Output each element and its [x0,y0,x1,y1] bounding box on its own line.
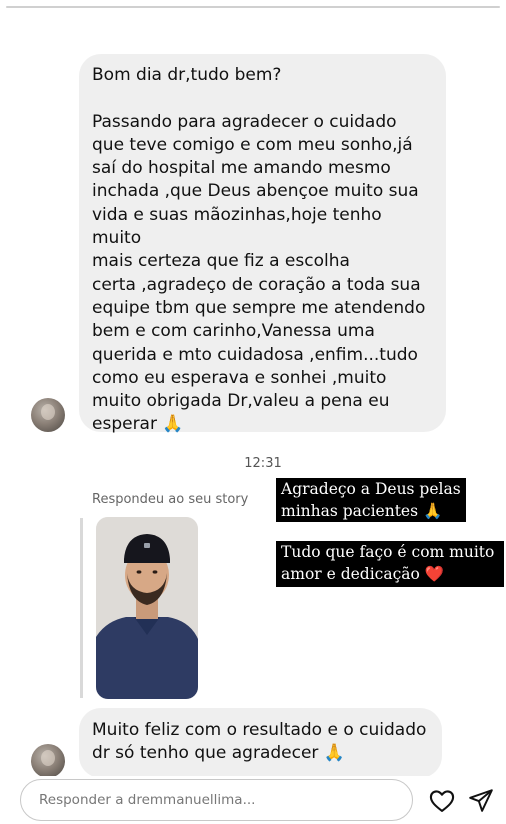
send-icon[interactable] [468,787,496,815]
story-progress-bar [6,6,500,8]
reply-input[interactable] [20,779,413,821]
message-bubble: Bom dia dr,tudo bem? Passando para agrad… [79,54,446,434]
story-thumbnail[interactable] [96,517,198,699]
story-person-image [96,517,198,699]
story-caption: Tudo que faço é com muito amor e dedicaç… [276,541,504,587]
story-caption: Agradeço a Deus pelas minhas pacientes 🙏 [276,478,466,522]
sender-avatar[interactable] [31,398,65,432]
message-bubble: Muito feliz com o resultado e o cuidado … [79,708,442,778]
message-timestamp: 12:31 [244,456,282,471]
story-reply-label: Respondeu ao seu story [92,492,249,507]
story-reply-indicator [80,518,83,698]
sender-avatar[interactable] [31,744,65,778]
heart-icon[interactable] [428,787,456,815]
